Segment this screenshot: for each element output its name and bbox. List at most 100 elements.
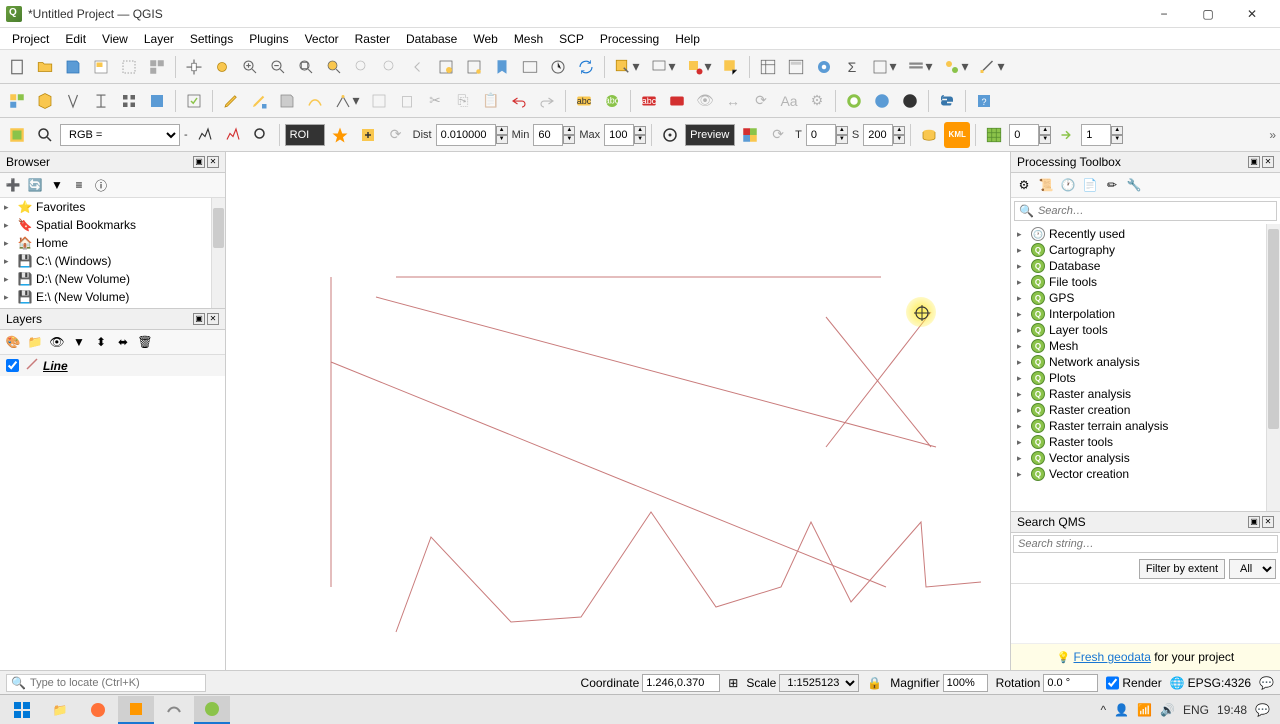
scp-redo-roi-icon[interactable]: ⟳ xyxy=(383,122,409,148)
zoom-last-icon[interactable] xyxy=(405,54,431,80)
menu-plugins[interactable]: Plugins xyxy=(241,30,296,48)
scp-kml-icon[interactable] xyxy=(916,122,942,148)
browser-scrollbar[interactable] xyxy=(211,198,225,308)
style-manager-icon[interactable] xyxy=(116,54,142,80)
processing-edit-icon[interactable]: ✏ xyxy=(1103,176,1121,194)
cat-raster-terrain[interactable]: ▸QRaster terrain analysis xyxy=(1011,418,1280,434)
processing-dock-icon[interactable]: ▣ xyxy=(1248,156,1260,168)
file-explorer-icon[interactable]: 📁 xyxy=(42,696,78,724)
highlight-label-icon[interactable]: abc xyxy=(636,88,662,114)
map-tips-icon[interactable]: ▾ xyxy=(903,54,937,80)
menu-vector[interactable]: Vector xyxy=(297,30,347,48)
tray-volume-icon[interactable]: 🔊 xyxy=(1160,703,1175,717)
open-project-icon[interactable] xyxy=(32,54,58,80)
menu-mesh[interactable]: Mesh xyxy=(506,30,551,48)
cat-cartography[interactable]: ▸QCartography xyxy=(1011,242,1280,258)
rgb-select[interactable]: RGB = xyxy=(60,124,180,146)
new-virtual-layer-icon[interactable] xyxy=(116,88,142,114)
cat-vector-analysis[interactable]: ▸QVector analysis xyxy=(1011,450,1280,466)
qms-filter-extent-button[interactable]: Filter by extent xyxy=(1139,559,1225,579)
processing-search[interactable]: 🔍 xyxy=(1014,201,1277,221)
label-icon[interactable]: abc xyxy=(571,88,597,114)
layers-close-icon[interactable]: ✕ xyxy=(207,313,219,325)
scp-preview-pointer-icon[interactable] xyxy=(657,122,683,148)
browser-item-e-drive[interactable]: ▸💾E:\ (New Volume) xyxy=(0,288,225,306)
zoom-full-icon[interactable] xyxy=(293,54,319,80)
processing-scrollbar[interactable] xyxy=(1266,224,1280,511)
tray-people-icon[interactable]: 👤 xyxy=(1114,703,1129,717)
undo-icon[interactable] xyxy=(506,88,532,114)
vertex-tool-icon[interactable]: ▾ xyxy=(330,88,364,114)
cat-gps[interactable]: ▸QGPS xyxy=(1011,290,1280,306)
layer-item-line[interactable]: Line xyxy=(0,355,225,376)
processing-categories[interactable]: ▸🕐Recently used ▸QCartography ▸QDatabase… xyxy=(1011,224,1280,511)
new-project-icon[interactable] xyxy=(4,54,30,80)
identify-features-icon[interactable]: ▾ xyxy=(610,54,644,80)
tray-time[interactable]: 19:48 xyxy=(1217,703,1247,717)
start-button[interactable] xyxy=(4,696,40,724)
max-up[interactable]: ▲ xyxy=(634,126,646,135)
show-hide-label-icon[interactable]: 👁 xyxy=(692,88,718,114)
scp-input-icon[interactable] xyxy=(4,122,30,148)
redo-icon[interactable] xyxy=(534,88,560,114)
maximize-button[interactable]: ▢ xyxy=(1186,0,1230,28)
render-checkbox[interactable] xyxy=(1106,674,1119,692)
locator-input[interactable] xyxy=(30,677,201,689)
cat-database[interactable]: ▸QDatabase xyxy=(1011,258,1280,274)
cat-file-tools[interactable]: ▸QFile tools xyxy=(1011,274,1280,290)
python-console-icon[interactable] xyxy=(934,88,960,114)
select-by-expression-icon[interactable] xyxy=(718,54,744,80)
browser-item-d-drive[interactable]: ▸💾D:\ (New Volume) xyxy=(0,270,225,288)
zoom-in-icon[interactable] xyxy=(237,54,263,80)
menu-view[interactable]: View xyxy=(94,30,136,48)
scp-table-icon[interactable] xyxy=(981,122,1007,148)
tray-lang[interactable]: ENG xyxy=(1183,703,1209,717)
menu-web[interactable]: Web xyxy=(465,30,505,48)
s-input[interactable] xyxy=(863,124,893,146)
browser-dock-icon[interactable]: ▣ xyxy=(193,156,205,168)
cat-raster-creation[interactable]: ▸QRaster creation xyxy=(1011,402,1280,418)
min-input[interactable] xyxy=(533,124,563,146)
toggle-editing-icon[interactable] xyxy=(218,88,244,114)
scale-select[interactable]: 1:1525123 xyxy=(779,674,859,692)
max-input[interactable] xyxy=(604,124,634,146)
metasearch-icon[interactable] xyxy=(897,88,923,114)
help-icon[interactable]: ? xyxy=(971,88,997,114)
zoom-out-icon[interactable] xyxy=(265,54,291,80)
statistics-icon[interactable]: Σ xyxy=(839,54,865,80)
rotate-label-icon[interactable]: ⟳ xyxy=(748,88,774,114)
browser-filter-icon[interactable]: ▼ xyxy=(48,176,66,194)
show-annotations-icon[interactable]: ▾ xyxy=(939,54,973,80)
cut-features-icon[interactable]: ✂ xyxy=(422,88,448,114)
layers-add-group-icon[interactable]: 📁 xyxy=(26,333,44,351)
browser-tree[interactable]: ▸⭐Favorites ▸🔖Spatial Bookmarks ▸🏠Home ▸… xyxy=(0,198,225,308)
layout-manager-icon[interactable] xyxy=(144,54,170,80)
processing-results-icon[interactable]: 📄 xyxy=(1081,176,1099,194)
scp-std-stretch-icon[interactable] xyxy=(248,122,274,148)
browser-close-icon[interactable]: ✕ xyxy=(207,156,219,168)
deselect-features-icon[interactable]: ▾ xyxy=(682,54,716,80)
epsg-label[interactable]: EPSG:4326 xyxy=(1188,676,1251,690)
messages-icon[interactable]: 💬 xyxy=(1259,676,1274,690)
cat-mesh[interactable]: ▸QMesh xyxy=(1011,338,1280,354)
pan-to-selection-icon[interactable] xyxy=(209,54,235,80)
new-memory-layer-icon[interactable] xyxy=(144,88,170,114)
processing-history-icon[interactable]: 🕐 xyxy=(1059,176,1077,194)
scp-export-kml-icon[interactable]: KML xyxy=(944,122,970,148)
menu-edit[interactable]: Edit xyxy=(57,30,94,48)
zoom-next-icon[interactable] xyxy=(433,54,459,80)
extra2-input[interactable] xyxy=(1081,124,1111,146)
select-features-icon[interactable]: ▾ xyxy=(646,54,680,80)
layers-filter-icon[interactable]: ▼ xyxy=(70,333,88,351)
add-feature-icon[interactable] xyxy=(274,88,300,114)
layers-expand-icon[interactable]: ⬍ xyxy=(92,333,110,351)
new-print-layout-icon[interactable] xyxy=(88,54,114,80)
wms-icon[interactable] xyxy=(869,88,895,114)
temporal-controller-icon[interactable] xyxy=(517,54,543,80)
paste-features-icon[interactable]: 📋 xyxy=(478,88,504,114)
dist-down[interactable]: ▼ xyxy=(496,135,508,144)
min-up[interactable]: ▲ xyxy=(563,126,575,135)
layers-tree[interactable]: Line xyxy=(0,355,225,670)
firefox-icon[interactable] xyxy=(80,696,116,724)
scp-add-roi-icon[interactable] xyxy=(355,122,381,148)
